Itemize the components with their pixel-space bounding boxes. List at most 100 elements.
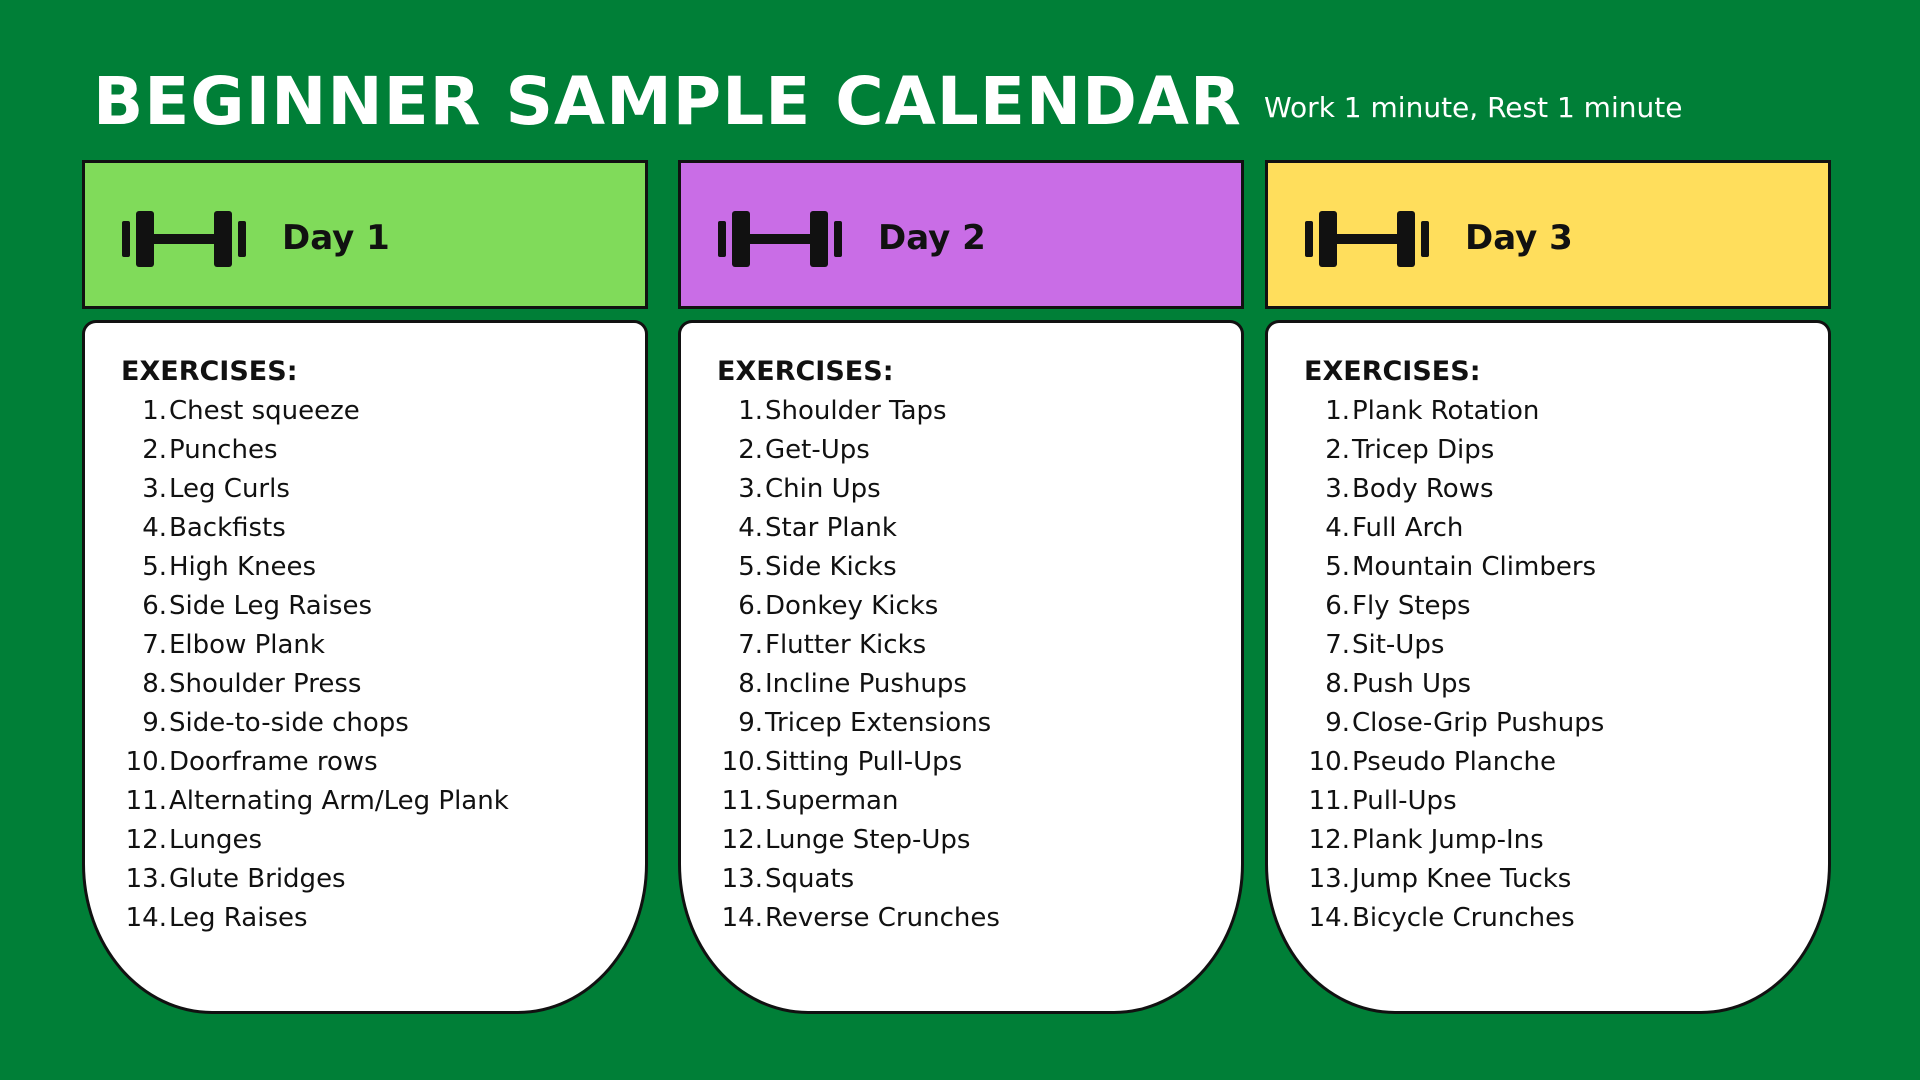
exercise-number: 14.: [125, 903, 167, 933]
exercise-name: Superman: [765, 786, 899, 816]
exercise-number: 7.: [1325, 630, 1350, 660]
exercise-number: 1.: [738, 396, 763, 426]
exercise-number: 11.: [721, 786, 763, 816]
exercise-name: Chest squeeze: [169, 396, 360, 426]
exercise-name: Lunge Step-Ups: [765, 825, 971, 855]
exercise-number: 4.: [1325, 513, 1350, 543]
exercise-name: Shoulder Press: [169, 669, 362, 699]
exercise-name: Get-Ups: [765, 435, 870, 465]
exercise-number: 9.: [1325, 708, 1350, 738]
day-label: Day 1: [282, 218, 390, 258]
dumbbell-icon: [122, 211, 246, 267]
exercises-heading: EXERCISES:: [717, 356, 894, 387]
exercise-number: 12.: [125, 825, 167, 855]
exercise-number: 3.: [738, 474, 763, 504]
exercise-number: 6.: [738, 591, 763, 621]
exercise-number: 3.: [1325, 474, 1350, 504]
exercise-number: 9.: [142, 708, 167, 738]
exercise-name: Side-to-side chops: [169, 708, 409, 738]
exercise-number: 9.: [738, 708, 763, 738]
exercise-number: 10.: [125, 747, 167, 777]
exercise-name: Side Kicks: [765, 552, 897, 582]
day-label: Day 3: [1465, 218, 1573, 258]
exercise-number: 8.: [738, 669, 763, 699]
exercise-number: 14.: [721, 903, 763, 933]
exercise-number: 13.: [125, 864, 167, 894]
exercise-name: Tricep Dips: [1352, 435, 1495, 465]
exercise-number: 10.: [1308, 747, 1350, 777]
exercise-name: Leg Raises: [169, 903, 308, 933]
exercise-name: Star Plank: [765, 513, 897, 543]
dumbbell-icon: [1305, 211, 1429, 267]
exercise-number: 5.: [1325, 552, 1350, 582]
exercise-number: 7.: [738, 630, 763, 660]
exercise-number: 14.: [1308, 903, 1350, 933]
exercise-name: Body Rows: [1352, 474, 1494, 504]
exercise-number: 2.: [142, 435, 167, 465]
exercise-card-2: EXERCISES: 1. Shoulder Taps 2. Get-Ups 3. Chi…: [678, 320, 1244, 1014]
exercise-name: Doorframe rows: [169, 747, 378, 777]
exercise-card-1: EXERCISES: 1. Chest squeeze 2. Punches 3. Leg…: [82, 320, 648, 1014]
exercise-name: Full Arch: [1352, 513, 1464, 543]
exercise-name: Elbow Plank: [169, 630, 325, 660]
exercise-name: Alternating Arm/Leg Plank: [169, 786, 509, 816]
exercise-number: 6.: [1325, 591, 1350, 621]
exercise-name: Flutter Kicks: [765, 630, 927, 660]
exercise-number: 2.: [738, 435, 763, 465]
day-header-3: Day 3: [1265, 160, 1831, 309]
exercise-name: Reverse Crunches: [765, 903, 1000, 933]
exercise-name: Punches: [169, 435, 278, 465]
exercise-name: Squats: [765, 864, 855, 894]
exercise-name: Tricep Extensions: [765, 708, 992, 738]
exercise-number: 12.: [721, 825, 763, 855]
exercise-name: Sit-Ups: [1352, 630, 1445, 660]
page-title: BEGINNER SAMPLE CALENDAR: [93, 63, 1242, 140]
exercise-name: Glute Bridges: [169, 864, 346, 894]
exercise-number: 7.: [142, 630, 167, 660]
exercise-name: Pull-Ups: [1352, 786, 1457, 816]
day-header-1: Day 1: [82, 160, 648, 309]
exercise-name: Shoulder Taps: [765, 396, 947, 426]
exercise-name: Lunges: [169, 825, 263, 855]
exercise-number: 13.: [1308, 864, 1350, 894]
exercise-name: Backfists: [169, 513, 286, 543]
exercise-name: Chin Ups: [765, 474, 881, 504]
exercise-name: Fly Steps: [1352, 591, 1471, 621]
exercise-name: Leg Curls: [169, 474, 290, 504]
exercise-name: Pseudo Planche: [1352, 747, 1557, 777]
exercise-name: Plank Rotation: [1352, 396, 1540, 426]
exercise-name: Donkey Kicks: [765, 591, 939, 621]
exercise-number: 5.: [738, 552, 763, 582]
day-label: Day 2: [878, 218, 986, 258]
dumbbell-icon: [718, 211, 842, 267]
exercise-name: Jump Knee Tucks: [1352, 864, 1572, 894]
exercise-name: Close-Grip Pushups: [1352, 708, 1605, 738]
exercise-name: Bicycle Crunches: [1352, 903, 1575, 933]
exercise-number: 11.: [1308, 786, 1350, 816]
exercise-number: 1.: [1325, 396, 1350, 426]
exercise-name: Incline Pushups: [765, 669, 967, 699]
exercise-number: 8.: [142, 669, 167, 699]
exercise-number: 5.: [142, 552, 167, 582]
exercise-number: 2.: [1325, 435, 1350, 465]
exercise-name: Plank Jump-Ins: [1352, 825, 1544, 855]
exercise-name: Side Leg Raises: [169, 591, 373, 621]
exercise-name: Mountain Climbers: [1352, 552, 1597, 582]
exercise-name: Sitting Pull-Ups: [765, 747, 963, 777]
exercises-heading: EXERCISES:: [1304, 356, 1481, 387]
exercise-number: 1.: [142, 396, 167, 426]
exercise-number: 4.: [142, 513, 167, 543]
exercise-number: 12.: [1308, 825, 1350, 855]
exercise-number: 10.: [721, 747, 763, 777]
exercise-number: 11.: [125, 786, 167, 816]
exercise-number: 13.: [721, 864, 763, 894]
exercise-number: 4.: [738, 513, 763, 543]
exercise-number: 8.: [1325, 669, 1350, 699]
page-subtitle: Work 1 minute, Rest 1 minute: [1264, 91, 1683, 124]
exercises-heading: EXERCISES:: [121, 356, 298, 387]
exercise-card-3: EXERCISES: 1. Plank Rotation 2. Tricep Dips…: [1265, 320, 1831, 1014]
exercise-name: High Knees: [169, 552, 317, 582]
exercise-name: Push Ups: [1352, 669, 1472, 699]
exercise-number: 3.: [142, 474, 167, 504]
exercise-number: 6.: [142, 591, 167, 621]
